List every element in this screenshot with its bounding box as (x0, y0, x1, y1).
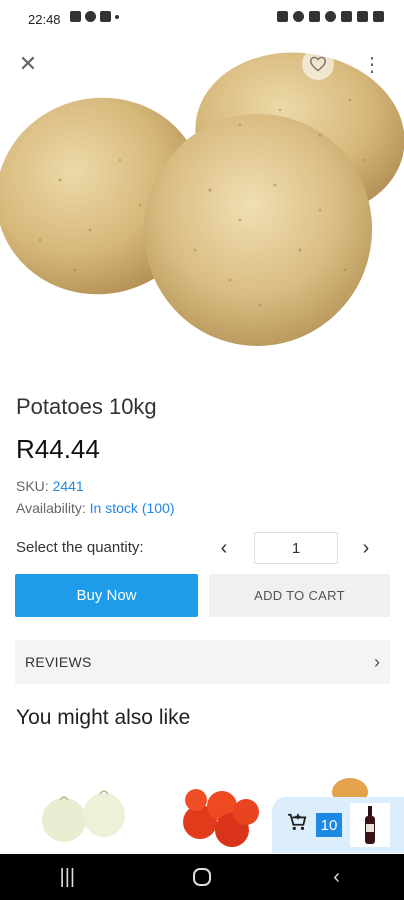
sku-row: SKU: 2441 (16, 478, 84, 494)
youtube-icon (100, 11, 111, 22)
close-button[interactable]: ✕ (14, 50, 42, 78)
mute-icon (309, 11, 320, 22)
alarm-icon (293, 11, 304, 22)
cart-icon (286, 812, 308, 838)
favorite-button[interactable] (302, 48, 334, 80)
home-icon (192, 868, 211, 886)
chevron-right-icon: › (374, 651, 380, 672)
status-left-icons (70, 11, 119, 22)
gallery-icon (70, 11, 81, 22)
notification-dot-icon (115, 14, 119, 19)
back-icon: ‹ (333, 865, 340, 888)
related-product-onions[interactable] (42, 790, 125, 842)
google-icon (85, 11, 96, 22)
quantity-decrease-button[interactable]: ‹ (210, 532, 238, 564)
recent-apps-button[interactable]: ||| (37, 854, 97, 900)
product-price: R44.44 (16, 434, 100, 464)
cart-count-badge: 10 (316, 813, 342, 837)
heart-icon (309, 56, 327, 72)
status-time: 22:48 (28, 12, 61, 27)
back-button[interactable]: ‹ (307, 854, 367, 900)
buy-now-button[interactable]: Buy Now (15, 574, 198, 617)
status-bar: 22:48 (0, 0, 404, 40)
signal-icon (357, 11, 368, 22)
chevron-left-icon: ‹ (220, 536, 228, 559)
quantity-label: Select the quantity: (16, 539, 144, 556)
sku-value: 2441 (52, 478, 84, 494)
reviews-row[interactable]: REVIEWS › (15, 640, 390, 684)
more-vertical-icon: ⋮ (362, 53, 382, 76)
floating-cart[interactable]: 10 (272, 797, 404, 853)
battery-icon (373, 11, 384, 22)
recent-apps-icon: ||| (59, 865, 76, 888)
sku-label: SKU: (16, 478, 49, 494)
status-right-icons (277, 11, 384, 22)
related-title: You might also like (16, 706, 191, 729)
cart-thumbnail (350, 803, 390, 847)
system-nav-bar: ||| ‹ (0, 854, 404, 900)
lock-icon (277, 11, 288, 22)
add-to-cart-button[interactable]: ADD TO CART (209, 574, 390, 617)
related-product-tomatoes[interactable] (183, 789, 259, 847)
quantity-input[interactable]: 1 (254, 532, 338, 564)
availability-row: Availability: In stock (100) (16, 500, 175, 516)
close-icon: ✕ (18, 51, 38, 76)
hotspot-icon (325, 11, 336, 22)
product-image (0, 52, 404, 346)
availability-count: (100) (141, 500, 175, 516)
reviews-label: REVIEWS (25, 654, 92, 670)
home-button[interactable] (172, 854, 232, 900)
availability-value: In stock (89, 500, 138, 516)
availability-label: Availability: (16, 500, 86, 516)
chevron-right-icon: › (362, 536, 370, 559)
wifi-icon (341, 11, 352, 22)
product-title: Potatoes 10kg (16, 394, 157, 419)
quantity-increase-button[interactable]: › (352, 532, 380, 564)
more-options-button[interactable]: ⋮ (362, 52, 382, 76)
